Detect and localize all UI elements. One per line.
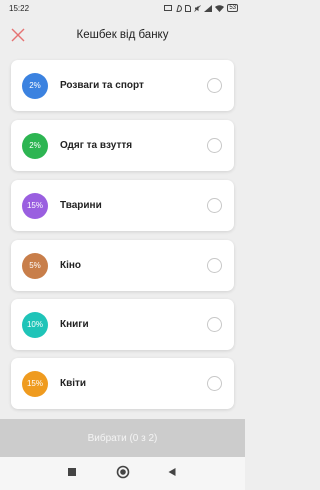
- cashback-percent-badge: 15%: [22, 192, 48, 219]
- status-bar: 15:22 53: [0, 0, 245, 16]
- category-label: Одяг та взуття: [60, 140, 133, 151]
- cashback-percent-badge: 2%: [22, 132, 48, 159]
- category-radio[interactable]: [207, 376, 222, 391]
- cashback-percent: 10%: [26, 320, 43, 329]
- category-label: Книги: [60, 319, 89, 330]
- signal-icon: [204, 4, 213, 12]
- status-time: 15:22: [9, 3, 30, 13]
- cashback-percent-badge: 10%: [22, 311, 48, 338]
- navigation-bar: [0, 457, 245, 490]
- category-card-clothes-shoes[interactable]: 2% Одяг та взуття: [11, 120, 234, 171]
- cashback-percent: 15%: [26, 201, 43, 210]
- cashback-percent: 2%: [29, 81, 41, 90]
- category-card-animals[interactable]: 15% Тварини: [11, 180, 234, 231]
- category-card-entertainment-sport[interactable]: 2% Розваги та спорт: [11, 60, 234, 111]
- square-icon[interactable]: [67, 467, 77, 477]
- category-label: Квіти: [60, 378, 87, 389]
- hangouts-icon: [176, 4, 183, 12]
- battery-icon: 53: [227, 4, 238, 12]
- cashback-percent-badge: 15%: [22, 370, 48, 397]
- category-label: Тварини: [60, 200, 102, 211]
- wifi-icon: [215, 4, 225, 12]
- cashback-percent: 2%: [29, 141, 41, 150]
- category-card-books[interactable]: 10% Книги: [11, 299, 234, 350]
- page-title: Кешбек від банку: [76, 29, 169, 41]
- cashback-percent: 5%: [29, 261, 41, 270]
- select-button[interactable]: Вибрати (0 з 2): [0, 419, 245, 457]
- select-button-label: Вибрати (0 з 2): [87, 432, 158, 444]
- screen: 15:22 53 Кешбек від банку 2% Розваги та …: [0, 0, 245, 490]
- close-icon[interactable]: [10, 27, 26, 43]
- category-card-cinema[interactable]: 5% Кіно: [11, 240, 234, 291]
- mute-icon: [194, 4, 202, 12]
- cashback-percent-badge: 5%: [22, 252, 48, 279]
- status-icons: 53: [164, 4, 238, 12]
- category-radio[interactable]: [207, 317, 222, 332]
- header: Кешбек від банку: [0, 16, 245, 54]
- cashback-percent-badge: 2%: [22, 72, 48, 99]
- triangle-back-icon[interactable]: [167, 467, 177, 477]
- category-label: Кіно: [60, 260, 82, 271]
- sim-icon: [185, 4, 192, 12]
- battery-level: 53: [229, 4, 236, 11]
- circle-icon[interactable]: [116, 465, 130, 479]
- category-label: Розваги та спорт: [60, 80, 144, 91]
- category-radio[interactable]: [207, 258, 222, 273]
- category-radio[interactable]: [207, 138, 222, 153]
- category-radio[interactable]: [207, 78, 222, 93]
- category-radio[interactable]: [207, 198, 222, 213]
- cashback-percent: 15%: [26, 379, 43, 388]
- screen-share-icon: [164, 4, 173, 11]
- category-card-flowers[interactable]: 15% Квіти: [11, 358, 234, 409]
